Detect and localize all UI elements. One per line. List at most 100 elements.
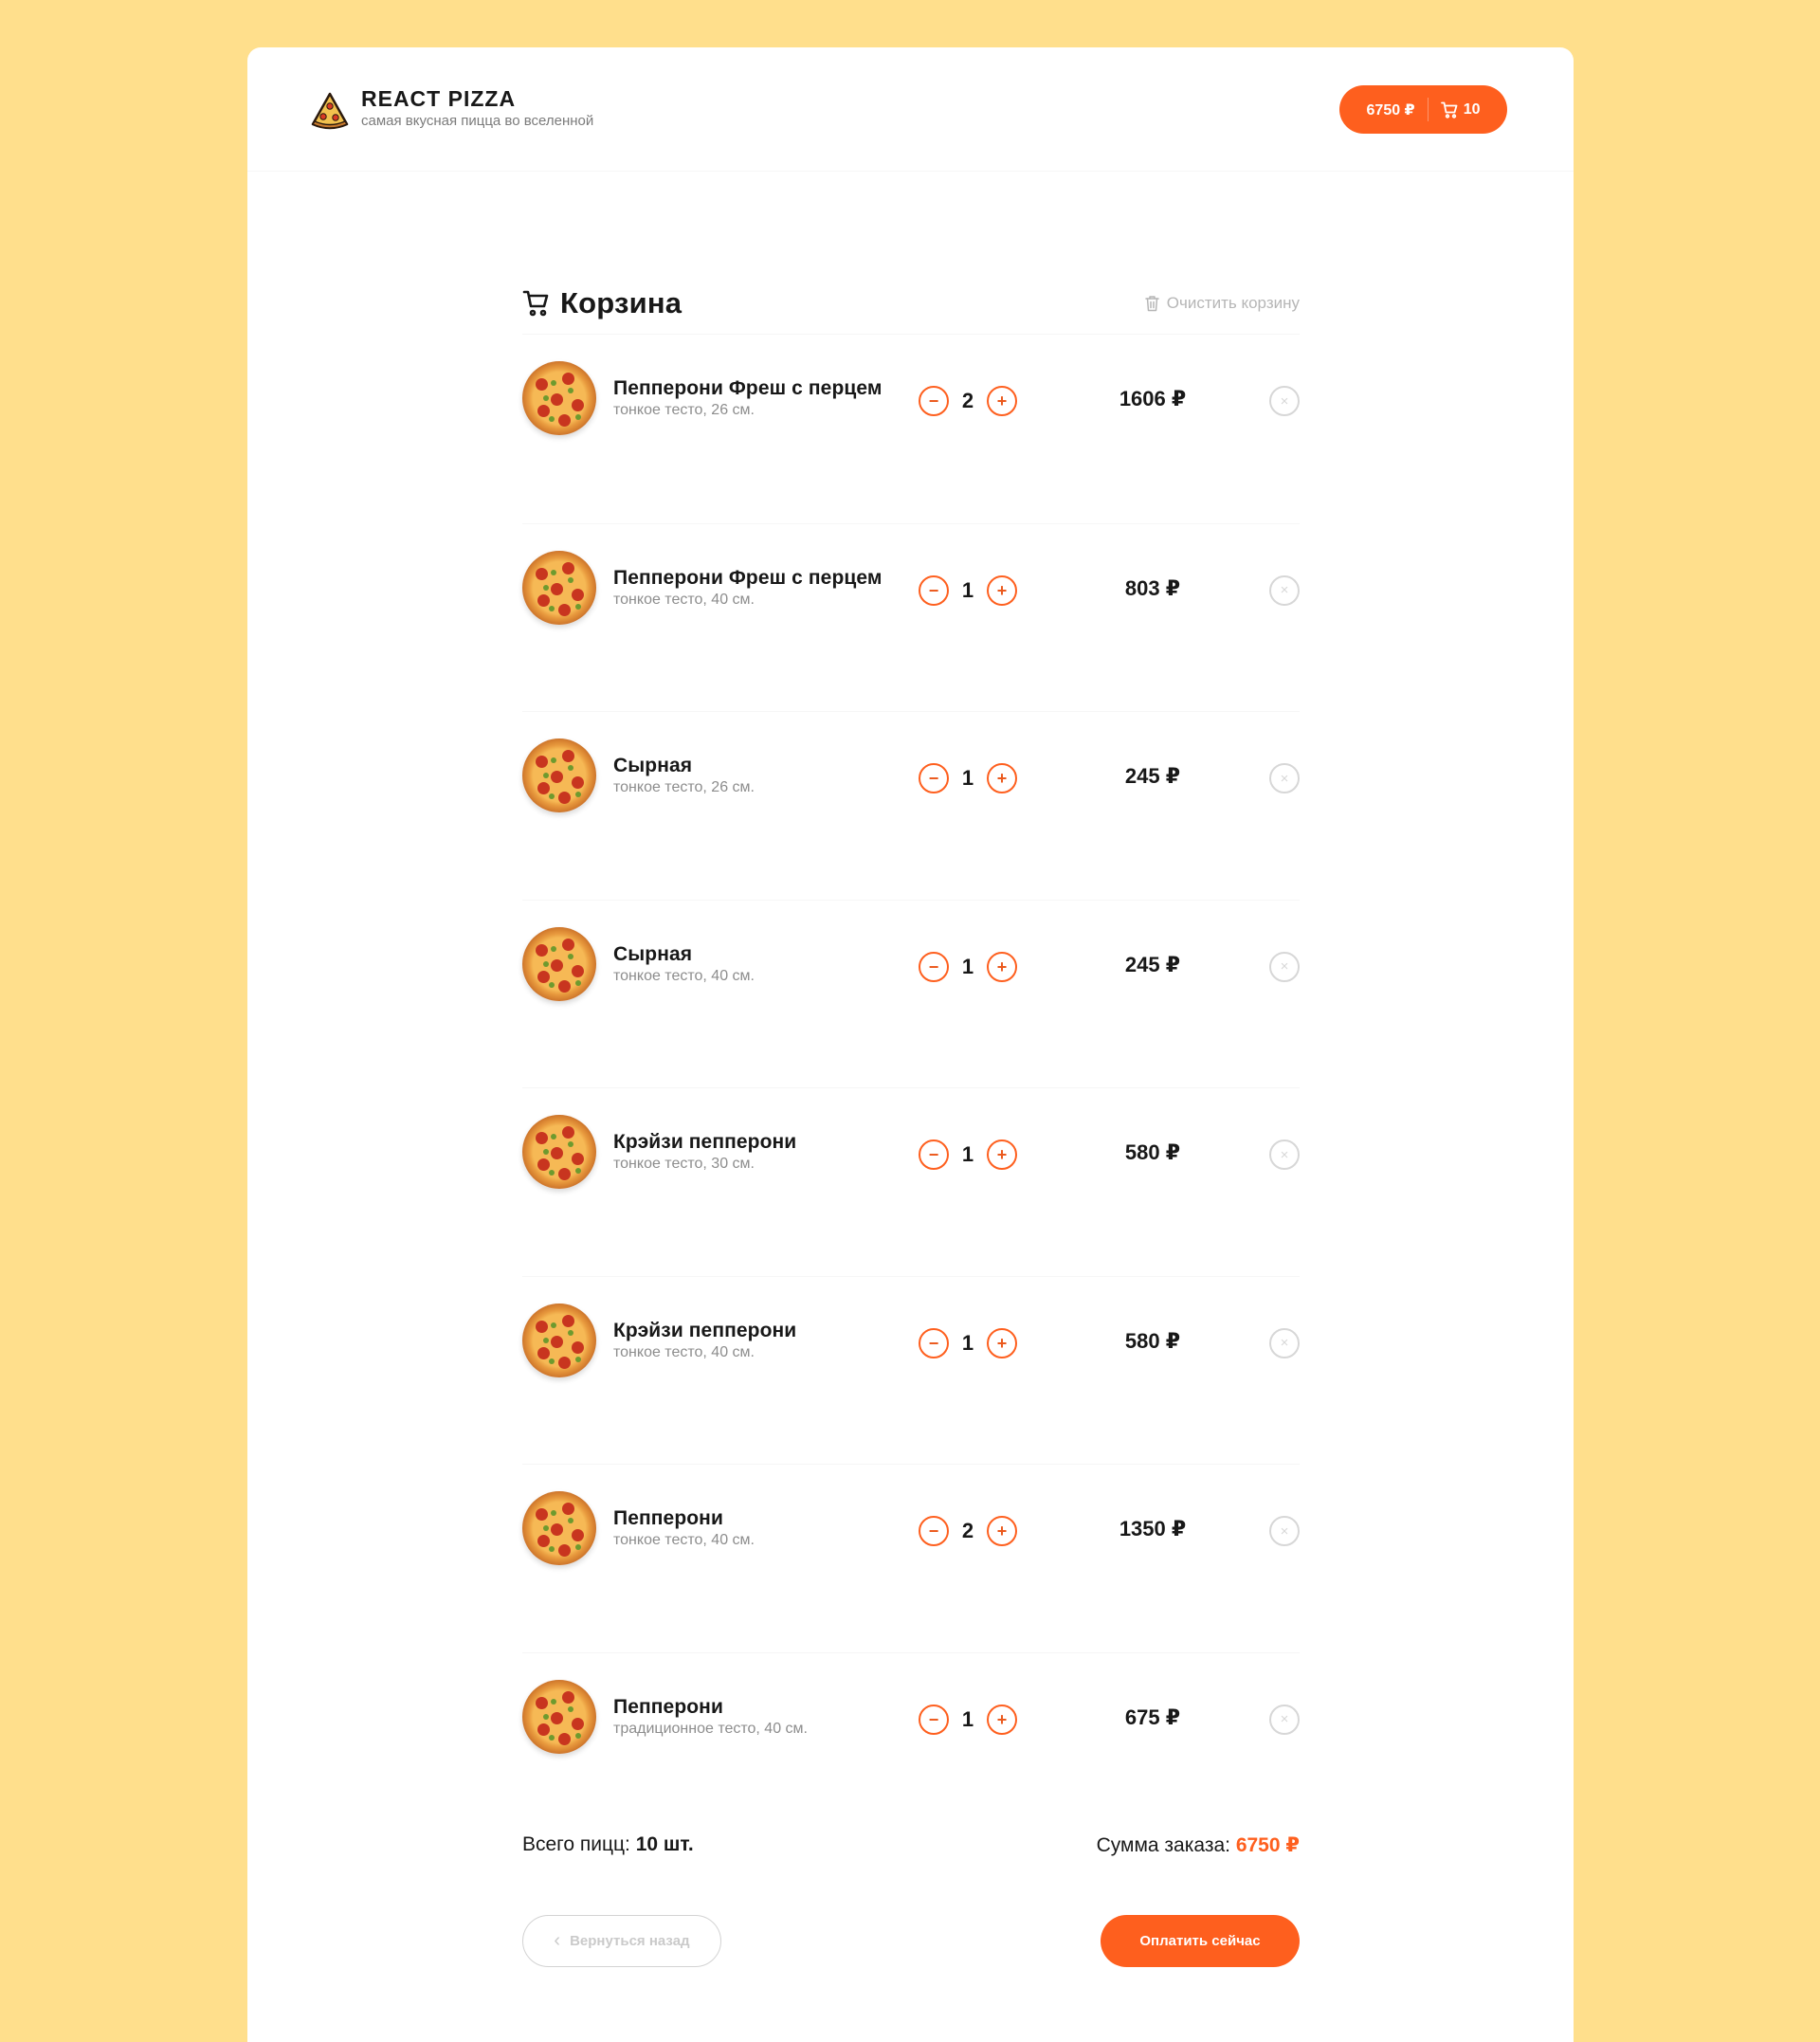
cart-top: Корзина Очистить корзину: [522, 272, 1300, 335]
herb: [568, 388, 573, 393]
item-description: тонкое тесто, 40 см.: [613, 1532, 755, 1548]
item-count: 1: [961, 577, 974, 602]
increase-button[interactable]: +: [987, 1516, 1017, 1546]
pizza-image: [522, 926, 596, 1001]
pepperoni-slice: [551, 1523, 563, 1536]
cart-item: Крэйзи пепперони тонкое тесто, 30 см. − …: [522, 1087, 1300, 1276]
pepperoni-slice: [536, 567, 548, 580]
pizza-image: [522, 738, 596, 812]
herb: [575, 1356, 581, 1362]
item-count: 2: [961, 389, 974, 412]
decrease-button[interactable]: −: [919, 1704, 949, 1735]
herb: [543, 1337, 549, 1343]
decrease-button[interactable]: −: [919, 1140, 949, 1170]
increase-button[interactable]: +: [987, 1704, 1017, 1735]
herb: [549, 605, 555, 611]
pizza-slice-icon: [311, 92, 349, 129]
increase-button[interactable]: +: [987, 951, 1017, 982]
herb: [575, 979, 581, 986]
back-button[interactable]: ‹ Вернуться назад: [522, 1915, 721, 1967]
pepperoni-slice: [562, 561, 574, 574]
item-count: 1: [961, 1142, 974, 1166]
pepperoni-slice: [537, 1158, 550, 1171]
item-name: Пепперони: [613, 1695, 723, 1718]
decrease-button[interactable]: −: [919, 1327, 949, 1358]
pepperoni-slice: [558, 792, 571, 804]
herb: [543, 960, 549, 967]
pepperoni-slice: [536, 1696, 548, 1709]
decrease-button[interactable]: −: [919, 763, 949, 793]
quantity-stepper: − 2 +: [919, 1516, 1017, 1546]
remove-item-button[interactable]: ×: [1269, 386, 1300, 416]
herb: [551, 945, 556, 952]
item-name: Пепперони: [613, 1507, 723, 1529]
herb: [568, 1141, 573, 1147]
herb: [568, 1518, 573, 1523]
item-count: 1: [961, 766, 974, 790]
item-info: Пепперони Фреш с перцем тонкое тесто, 26…: [613, 376, 883, 420]
remove-item-button[interactable]: ×: [1269, 574, 1300, 606]
pepperoni-slice: [572, 399, 584, 411]
total-count-label: Всего пицц:: [522, 1833, 630, 1855]
item-info: Крэйзи пепперони тонкое тесто, 30 см.: [613, 1130, 796, 1174]
remove-item-button[interactable]: ×: [1269, 1516, 1300, 1546]
pepperoni-slice: [551, 1711, 563, 1724]
pay-button[interactable]: Оплатить сейчас: [1101, 1915, 1300, 1967]
item-name: Сырная: [613, 755, 693, 776]
cart-item: Сырная тонкое тесто, 40 см. − 1 + 245 ₽ …: [522, 899, 1300, 1088]
logo[interactable]: REACT PIZZA самая вкусная пицца во вселе…: [310, 85, 593, 130]
pepperoni-slice: [537, 1535, 550, 1547]
page-container: REACT PIZZA самая вкусная пицца во вселе…: [247, 47, 1574, 2042]
pepperoni-slice: [536, 756, 548, 768]
pepperoni-slice: [551, 771, 563, 783]
increase-button[interactable]: +: [987, 1140, 1017, 1170]
herb: [568, 1705, 573, 1712]
herb: [575, 1544, 581, 1550]
increase-button[interactable]: +: [987, 1327, 1017, 1358]
cart-icon: [1440, 101, 1458, 119]
increase-button[interactable]: +: [987, 763, 1017, 793]
item-description: тонкое тесто, 40 см.: [613, 591, 755, 608]
herb: [568, 1329, 573, 1336]
remove-item-button[interactable]: ×: [1269, 951, 1300, 982]
herb: [568, 953, 573, 959]
quantity-stepper: − 1 +: [919, 1140, 1017, 1170]
item-price: 1606 ₽: [1119, 387, 1187, 410]
herb: [543, 1149, 549, 1155]
cart-divider: [1427, 98, 1429, 121]
remove-item-button[interactable]: ×: [1269, 1140, 1300, 1170]
decrease-button[interactable]: −: [919, 574, 949, 606]
remove-item-button[interactable]: ×: [1269, 1704, 1300, 1735]
pepperoni-slice: [537, 782, 550, 794]
cart-item: Пепперони традиционное тесто, 40 см. − 1…: [522, 1651, 1300, 1841]
herb: [543, 395, 549, 401]
decrease-button[interactable]: −: [919, 386, 949, 416]
item-description: тонкое тесто, 30 см.: [613, 1156, 755, 1172]
item-count: 2: [961, 1519, 974, 1542]
pepperoni-slice: [551, 1147, 563, 1159]
remove-item-button[interactable]: ×: [1269, 1327, 1300, 1358]
cart-items: Пепперони Фреш с перцем тонкое тесто, 26…: [522, 335, 1300, 1840]
herb: [549, 416, 555, 422]
pepperoni-slice: [558, 1732, 571, 1745]
pepperoni-slice: [536, 378, 548, 391]
herb: [543, 1525, 549, 1531]
item-info: Пепперони традиционное тесто, 40 см.: [613, 1695, 808, 1739]
pepperoni-slice: [537, 1346, 550, 1359]
cart-item: Пепперони Фреш с перцем тонкое тесто, 40…: [522, 522, 1300, 712]
clear-cart-button[interactable]: Очистить корзину: [1144, 294, 1300, 313]
pepperoni-slice: [562, 1503, 574, 1515]
increase-button[interactable]: +: [987, 574, 1017, 606]
item-price: 580 ₽: [1124, 1328, 1181, 1353]
increase-button[interactable]: +: [987, 386, 1017, 416]
item-count: 1: [961, 954, 974, 978]
herb: [551, 1322, 556, 1328]
herb: [549, 1358, 555, 1364]
remove-item-button[interactable]: ×: [1269, 763, 1300, 793]
logo-title: REACT PIZZA: [361, 86, 517, 111]
decrease-button[interactable]: −: [919, 1516, 949, 1546]
pizza-image: [522, 1303, 596, 1377]
header-cart-button[interactable]: 6750 ₽ 10: [1339, 85, 1507, 134]
decrease-button[interactable]: −: [919, 951, 949, 982]
item-price: 1350 ₽: [1119, 1517, 1187, 1541]
